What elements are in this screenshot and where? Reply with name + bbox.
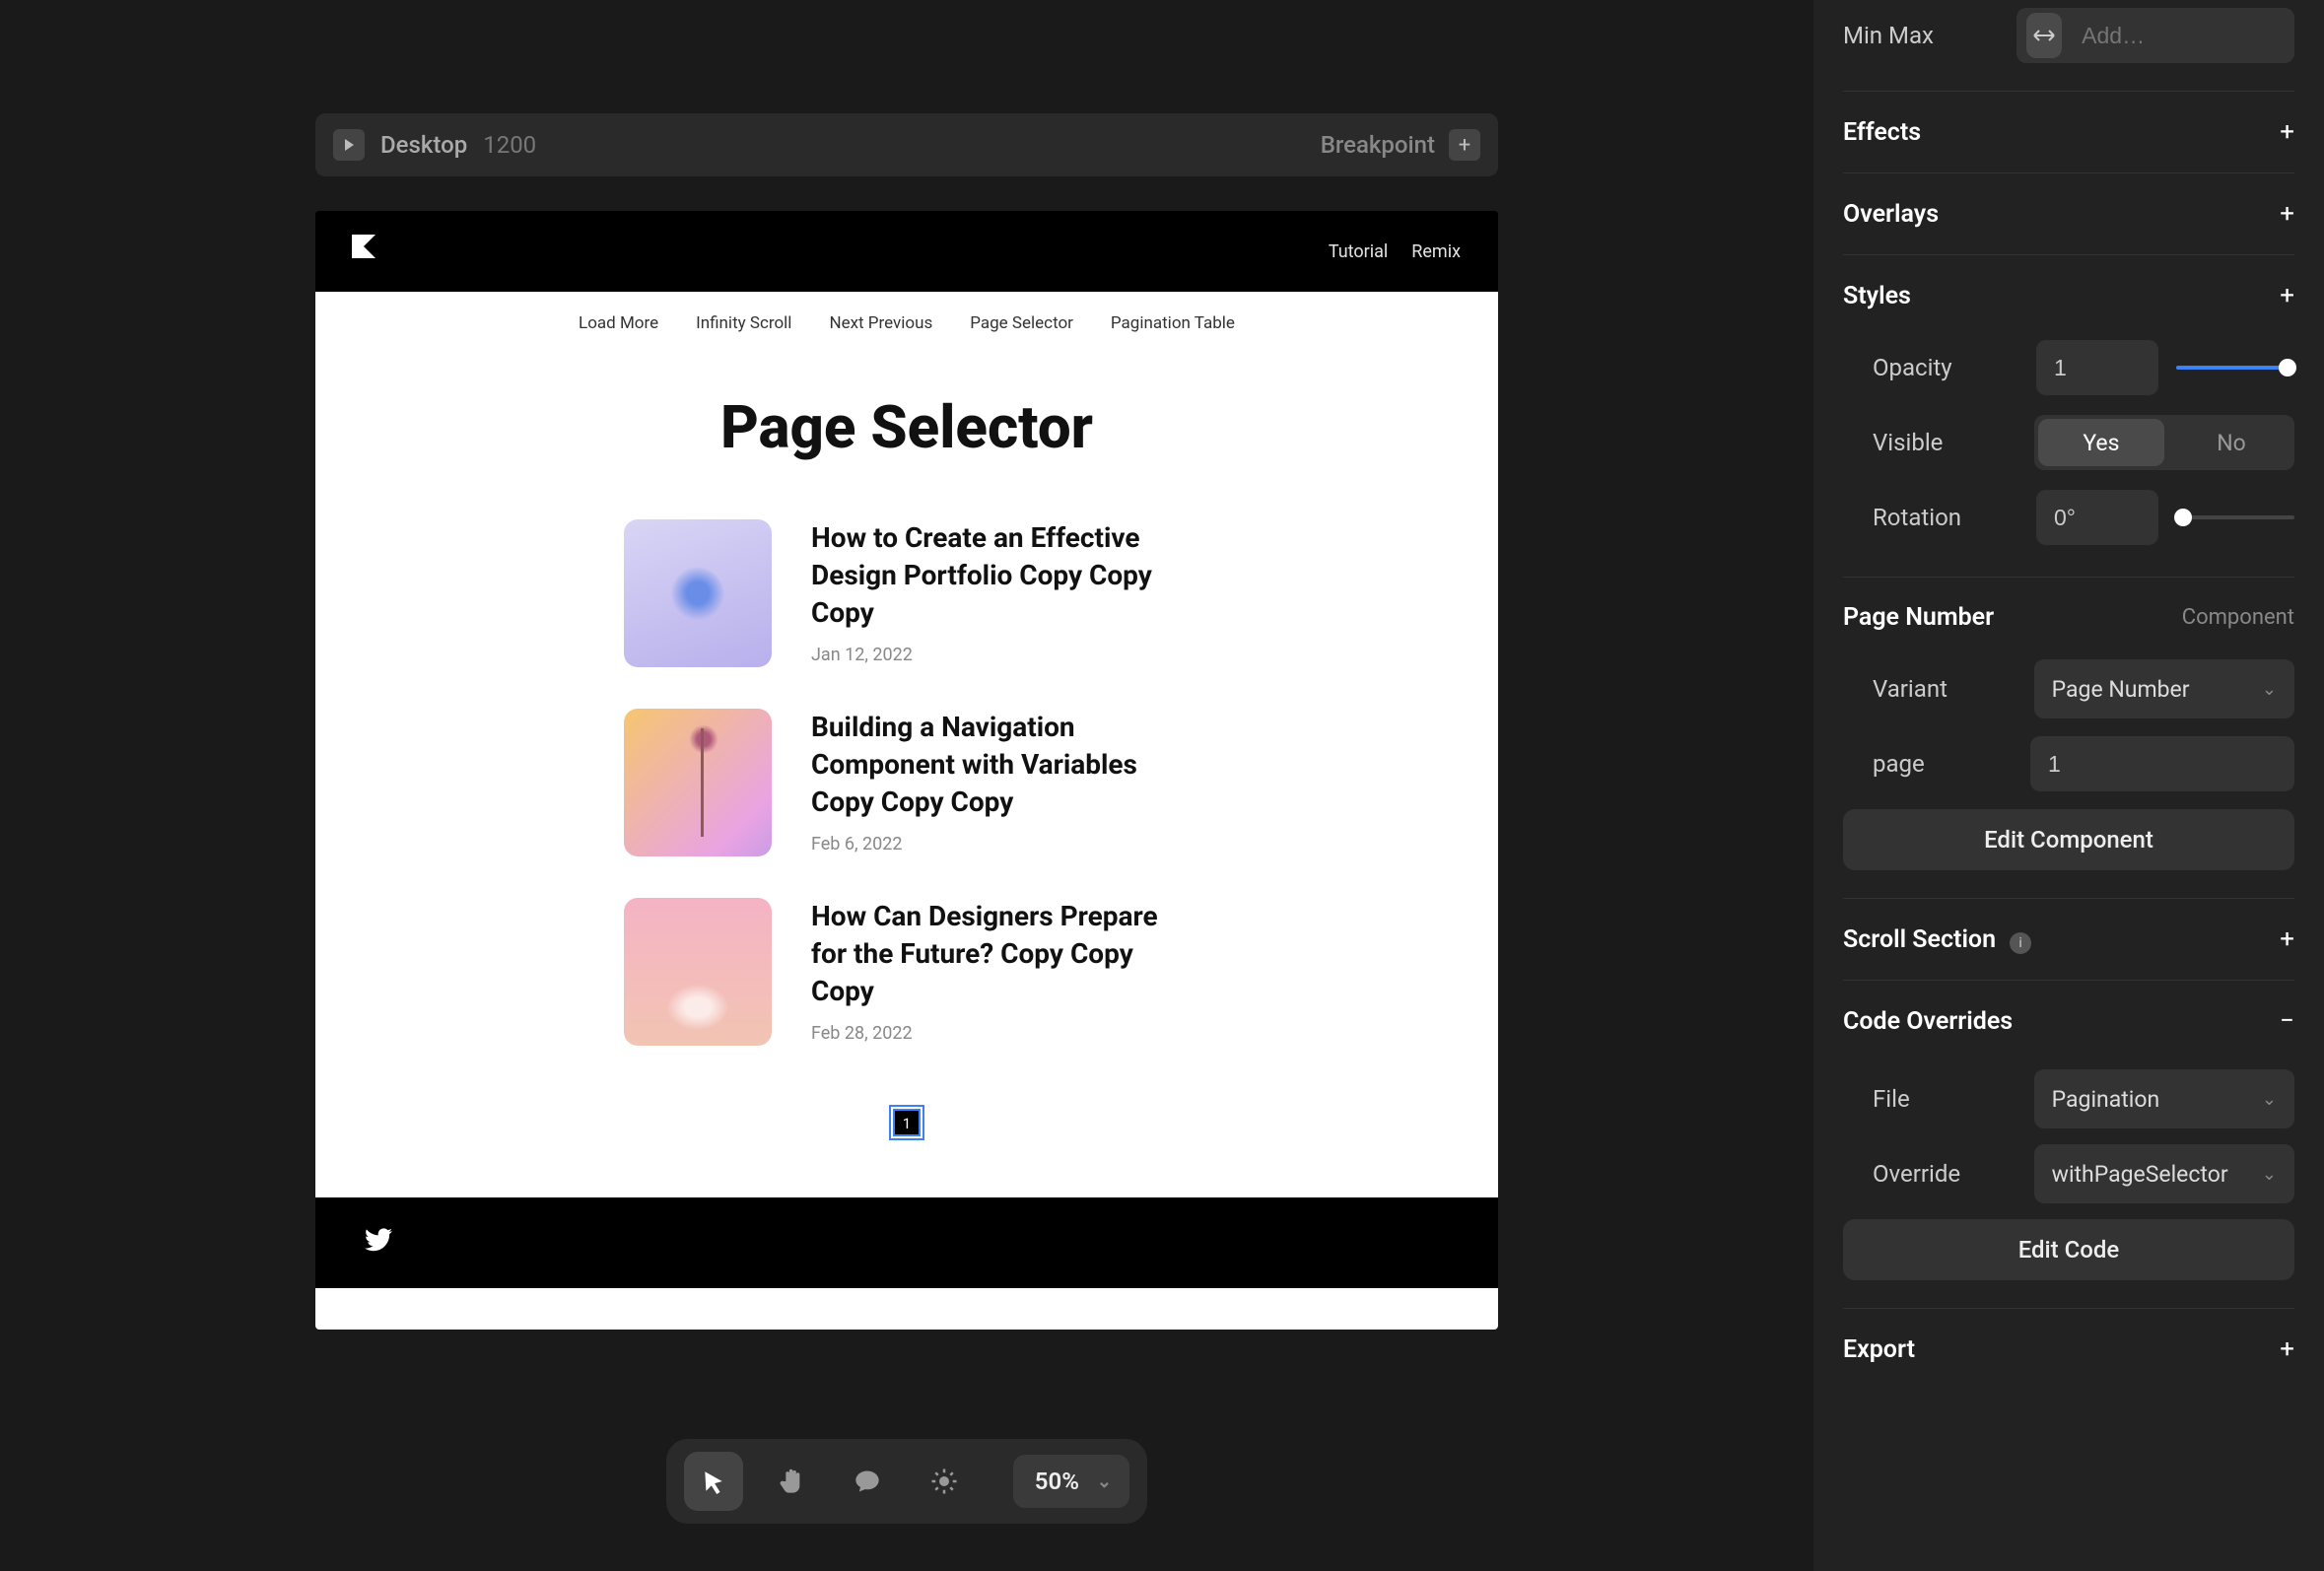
overlays-section-header[interactable]: Overlays + <box>1843 172 2294 254</box>
minmax-input-wrap[interactable] <box>2016 8 2294 63</box>
page-number-section-header[interactable]: Page Number Component <box>1843 577 2294 657</box>
post-date: Jan 12, 2022 <box>811 645 1190 665</box>
override-dropdown[interactable]: withPageSelector ⌄ <box>2034 1144 2294 1203</box>
collapse-code-overrides-button[interactable]: − <box>2280 1006 2294 1036</box>
post-date: Feb 6, 2022 <box>811 834 1190 854</box>
tab-bar: Load More Infinity Scroll Next Previous … <box>315 292 1498 355</box>
device-width[interactable]: 1200 <box>483 131 536 159</box>
add-style-button[interactable]: + <box>2280 281 2294 310</box>
inspector-panel: Min Max Effects + Overlays + Styles + Op… <box>1813 0 2324 1571</box>
rotation-slider[interactable] <box>2176 515 2294 519</box>
minmax-label: Min Max <box>1843 22 2016 49</box>
chevron-down-icon: ⌄ <box>2262 1089 2277 1110</box>
edit-component-button[interactable]: Edit Component <box>1843 809 2294 870</box>
chevron-down-icon: ⌄ <box>1097 1471 1112 1492</box>
zoom-value: 50% <box>1035 1468 1079 1495</box>
zoom-select[interactable]: 50% ⌄ <box>1013 1455 1129 1508</box>
brightness-tool[interactable] <box>915 1452 974 1511</box>
tab-page-selector[interactable]: Page Selector <box>970 313 1073 333</box>
post-item[interactable]: How to Create an Effective Design Portfo… <box>624 519 1190 667</box>
tab-infinity-scroll[interactable]: Infinity Scroll <box>696 313 791 333</box>
logo-icon <box>349 235 378 268</box>
rotation-input[interactable] <box>2036 490 2158 545</box>
page-title: Page Selector <box>315 392 1498 462</box>
visible-no[interactable]: No <box>2168 415 2294 470</box>
site-footer <box>315 1197 1498 1288</box>
visible-label: Visible <box>1873 429 2016 456</box>
rotation-label: Rotation <box>1873 504 2018 531</box>
chevron-down-icon: ⌄ <box>2262 1164 2277 1185</box>
opacity-label: Opacity <box>1873 354 2018 381</box>
play-button[interactable] <box>333 129 365 161</box>
variant-dropdown[interactable]: Page Number ⌄ <box>2034 659 2294 718</box>
post-item[interactable]: How Can Designers Prepare for the Future… <box>624 898 1190 1046</box>
canvas[interactable]: Desktop 1200 Breakpoint + Tutorial Remix… <box>0 0 1813 1571</box>
white-gap <box>315 1288 1498 1330</box>
visible-toggle: Yes No <box>2034 415 2294 470</box>
edit-code-button[interactable]: Edit Code <box>1843 1219 2294 1280</box>
comment-tool[interactable] <box>838 1452 897 1511</box>
add-breakpoint-button[interactable]: + <box>1449 129 1480 161</box>
variant-label: Variant <box>1873 675 2016 703</box>
export-section-header[interactable]: Export + <box>1843 1308 2294 1390</box>
effects-section-header[interactable]: Effects + <box>1843 91 2294 172</box>
chevron-down-icon: ⌄ <box>2262 679 2277 700</box>
tab-next-previous[interactable]: Next Previous <box>829 313 932 333</box>
scroll-section-header[interactable]: Scroll Section i + <box>1843 898 2294 980</box>
info-icon[interactable]: i <box>2010 932 2031 954</box>
breakpoint-label: Breakpoint <box>1321 131 1435 159</box>
twitter-icon[interactable] <box>365 1228 392 1259</box>
tab-load-more[interactable]: Load More <box>579 313 658 333</box>
opacity-slider[interactable] <box>2176 366 2294 370</box>
add-effect-button[interactable]: + <box>2280 117 2294 147</box>
page-input[interactable] <box>2030 736 2294 791</box>
bottom-toolbar: 50% ⌄ <box>666 1439 1147 1524</box>
override-label: Override <box>1873 1160 2016 1188</box>
page-label: page <box>1873 750 2013 778</box>
device-label[interactable]: Desktop <box>380 131 467 159</box>
post-thumbnail <box>624 898 772 1046</box>
post-thumbnail <box>624 709 772 856</box>
nav-remix[interactable]: Remix <box>1411 241 1461 262</box>
tab-pagination-table[interactable]: Pagination Table <box>1111 313 1235 333</box>
minmax-input[interactable] <box>2082 23 2285 49</box>
select-tool[interactable] <box>684 1452 743 1511</box>
post-title: How to Create an Effective Design Portfo… <box>811 519 1190 631</box>
visible-yes[interactable]: Yes <box>2038 419 2164 466</box>
page-content: Page Selector How to Create an Effective… <box>315 355 1498 1197</box>
post-title: How Can Designers Prepare for the Future… <box>811 898 1190 1009</box>
page-number-selected[interactable]: 1 <box>893 1109 921 1136</box>
post-date: Feb 28, 2022 <box>811 1023 1190 1044</box>
post-title: Building a Navigation Component with Var… <box>811 709 1190 820</box>
nav-tutorial[interactable]: Tutorial <box>1329 241 1388 262</box>
file-dropdown[interactable]: Pagination ⌄ <box>2034 1069 2294 1128</box>
post-thumbnail <box>624 519 772 667</box>
styles-section-header[interactable]: Styles + <box>1843 254 2294 336</box>
frame-header: Desktop 1200 Breakpoint + <box>315 113 1498 176</box>
hand-tool[interactable] <box>761 1452 820 1511</box>
post-item[interactable]: Building a Navigation Component with Var… <box>624 709 1190 856</box>
code-overrides-section-header[interactable]: Code Overrides − <box>1843 980 2294 1061</box>
add-overlay-button[interactable]: + <box>2280 199 2294 229</box>
opacity-input[interactable] <box>2036 340 2158 395</box>
add-export-button[interactable]: + <box>2280 1334 2294 1364</box>
file-label: File <box>1873 1085 2016 1113</box>
preview-frame[interactable]: Tutorial Remix Load More Infinity Scroll… <box>315 211 1498 1330</box>
site-header: Tutorial Remix <box>315 211 1498 292</box>
width-icon <box>2026 13 2062 58</box>
add-scroll-section-button[interactable]: + <box>2280 924 2294 954</box>
